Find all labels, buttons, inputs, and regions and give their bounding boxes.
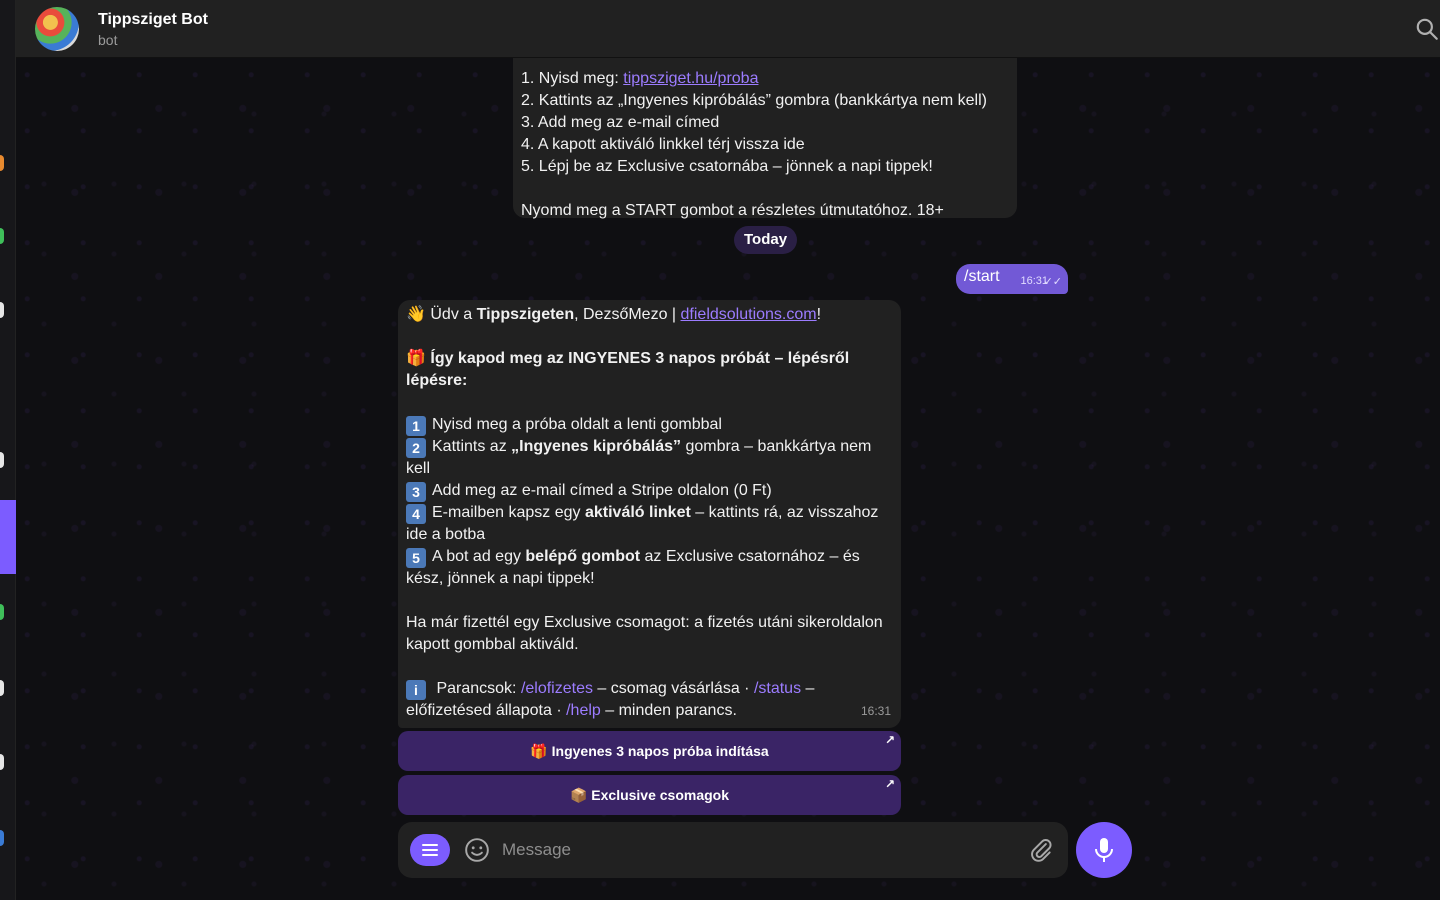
menu-icon (422, 844, 438, 856)
step-2: 2 Kattints az „Ingyenes kipróbálás” gombr… (406, 438, 872, 477)
list-item: 5. Lépj be az Exclusive csatornába – jön… (521, 158, 933, 175)
keycap-5-icon: 5 (406, 548, 426, 568)
list-item: 3. Add meg az e-mail címed (521, 114, 720, 131)
paid-note: Ha már fizettél egy Exclusive csomagot: … (406, 614, 883, 653)
website-link[interactable]: dfieldsolutions.com (681, 306, 817, 323)
search-icon[interactable] (1414, 16, 1440, 42)
list-item: 4. A kapott aktiváló linkkel térj vissza… (521, 136, 805, 153)
step-4: 4 E-mailben kapsz egy aktiváló linket – k… (406, 504, 879, 543)
chat-list-strip[interactable] (0, 0, 16, 900)
command-elofizetes[interactable]: /elofizetes (521, 680, 593, 697)
bot-welcome-message: 👋 Üdv a Tippszigeten, DezsőMezo | dfield… (398, 300, 901, 728)
greeting-line: 👋 Üdv a Tippszigeten, DezsőMezo | dfield… (406, 306, 822, 323)
active-chat-indicator[interactable] (0, 500, 16, 574)
chat-list-marker (0, 302, 4, 318)
message-footer: Nyomd meg a START gombot a részletes útm… (521, 202, 944, 219)
external-link-icon: ↗ (884, 733, 895, 747)
command-help[interactable]: /help (566, 702, 601, 719)
bot-avatar[interactable] (35, 7, 79, 51)
message-composer (398, 822, 1068, 878)
keycap-2-icon: 2 (406, 438, 426, 458)
paperclip-icon[interactable] (1028, 837, 1054, 863)
message-text: /start (964, 268, 1000, 285)
chat-header[interactable]: Tippsziget Bot bot (16, 0, 1440, 58)
command-status[interactable]: /status (754, 680, 801, 697)
button-label: Exclusive csomagok (591, 787, 730, 803)
step-5: 5A bot ad egy belépő gombot az Exclusive… (406, 548, 860, 587)
step-3: 3 Add meg az e-mail címed a Stripe oldalo… (406, 480, 893, 502)
smile-icon[interactable] (464, 837, 490, 863)
message-time: 16:31 (860, 704, 891, 718)
chat-list-marker (0, 604, 4, 620)
message-input[interactable] (502, 836, 1002, 864)
keycap-4-icon: 4 (406, 504, 426, 524)
button-label: Ingyenes 3 napos próba indítása (551, 743, 769, 759)
package-icon: 📦 (569, 787, 588, 803)
voice-record-button[interactable] (1076, 822, 1132, 878)
gift-icon: 🎁 (530, 743, 548, 759)
chat-title[interactable]: Tippsziget Bot (98, 11, 208, 29)
date-separator: Today (734, 226, 798, 254)
chat-area[interactable]: 1. Nyisd meg: tippsziget.hu/proba 2. Kat… (16, 58, 1440, 900)
trial-link[interactable]: tippsziget.hu/proba (623, 70, 758, 87)
external-link-icon: ↗ (884, 777, 895, 791)
chat-list-marker (0, 754, 4, 770)
keycap-1-icon: 1 (406, 416, 426, 436)
chat-list-marker (0, 452, 4, 468)
microphone-icon (1095, 838, 1113, 862)
list-item: 2. Kattints az „Ingyenes kipróbálás” gom… (521, 92, 987, 109)
previous-bot-message: 1. Nyisd meg: tippsziget.hu/proba 2. Kat… (513, 58, 1017, 219)
bot-menu-button[interactable] (410, 834, 450, 866)
double-check-icon: ✓✓ (1043, 276, 1062, 288)
chat-list-marker (0, 680, 4, 696)
commands-line: i Parancsok: /elofizetes – csomag vásárl… (406, 680, 815, 719)
gift-icon: 🎁 (406, 350, 426, 367)
chat-list-marker (0, 830, 4, 846)
wave-icon: 👋 (406, 306, 426, 323)
keycap-3-icon: 3 (406, 482, 426, 502)
chat-subtitle: bot (98, 32, 118, 48)
start-trial-button[interactable]: 🎁 Ingyenes 3 napos próba indítása ↗ (398, 731, 901, 771)
chat-list-marker (0, 155, 4, 171)
info-icon: i (406, 680, 426, 700)
list-item: 1. Nyisd meg: tippsziget.hu/proba (521, 70, 759, 87)
outgoing-message[interactable]: /start 16:31 ✓✓ (956, 264, 1068, 294)
chat-list-marker (0, 228, 4, 244)
exclusive-packages-button[interactable]: 📦 Exclusive csomagok ↗ (398, 775, 901, 815)
headline: 🎁 Így kapod meg az INGYENES 3 napos prób… (406, 350, 850, 389)
step-1: 1 Nyisd meg a próba oldalt a lenti gombba… (406, 414, 893, 436)
